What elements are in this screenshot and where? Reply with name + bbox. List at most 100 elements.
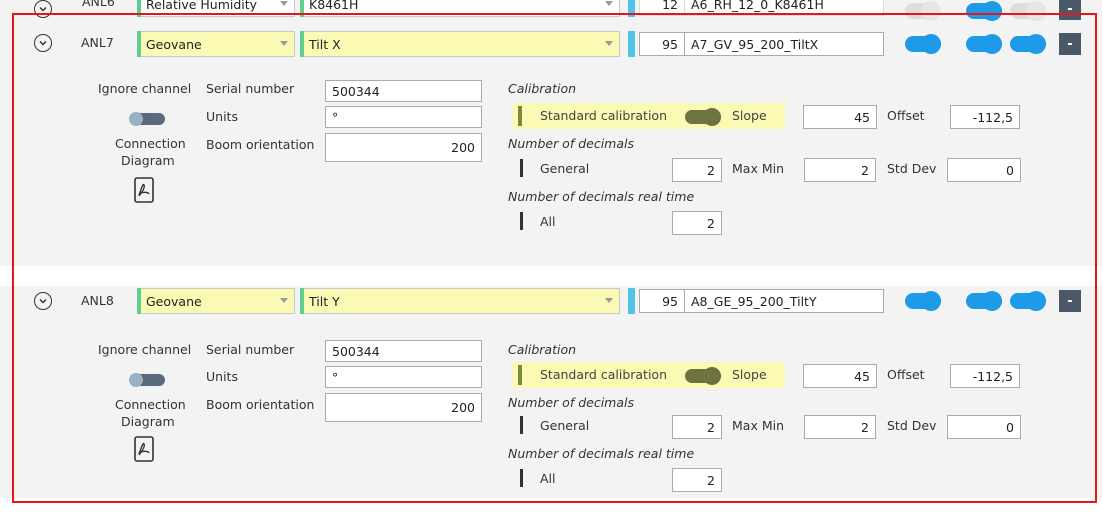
toggle-1[interactable] (905, 1, 941, 21)
general-marker (520, 159, 523, 177)
expand-chevron-icon[interactable] (34, 0, 52, 18)
toggle-1[interactable] (905, 34, 941, 54)
std-dev-decimals-field[interactable]: 0 (947, 415, 1021, 439)
standard-calibration-label: Standard calibration (540, 108, 667, 123)
toggle-2[interactable] (966, 1, 1002, 21)
all-label: All (540, 214, 556, 229)
channel-label: ANL6 (82, 0, 115, 9)
sensor-type-value: Relative Humidity (146, 0, 258, 12)
sensor-type-select[interactable]: Geovane (137, 288, 295, 314)
standard-calibration-toggle[interactable] (685, 108, 721, 126)
sensor-model-value: Tilt X (309, 36, 341, 52)
toggle-2[interactable] (966, 291, 1002, 311)
max-min-decimals-field[interactable]: 2 (804, 415, 876, 439)
decimals-real-time-title: Number of decimals real time (508, 446, 695, 461)
boom-orientation-label: Boom orientation (206, 397, 315, 412)
all-marker (520, 212, 523, 230)
std-dev-decimals-field[interactable]: 0 (947, 158, 1021, 182)
max-min-decimals-field[interactable]: 2 (804, 158, 876, 182)
offset-label: Offset (887, 108, 925, 123)
channel-name-field[interactable]: A7_GV_95_200_TiltX (684, 32, 884, 56)
units-label: Units (206, 369, 238, 384)
decimals-real-time-title: Number of decimals real time (508, 189, 695, 204)
decimals-title: Number of decimals (508, 136, 635, 151)
sensor-model-value: K8461H (309, 0, 359, 12)
general-label: General (540, 418, 590, 433)
general-decimals-field[interactable]: 2 (672, 415, 722, 439)
ignore-channel-label: Ignore channel (98, 342, 192, 357)
general-marker (520, 416, 523, 434)
slope-field[interactable]: 45 (803, 364, 877, 388)
sensor-type-select[interactable]: Geovane (137, 31, 295, 57)
channel-label: ANL8 (81, 293, 114, 308)
serial-number-field[interactable]: 500344 (325, 340, 482, 362)
toggle-3[interactable] (1010, 291, 1046, 311)
remove-channel-button[interactable]: - (1059, 0, 1081, 20)
number-accent (628, 0, 635, 17)
channel-name-field[interactable]: A8_GE_95_200_TiltY (684, 289, 884, 313)
sensor-model-select[interactable]: K8461H (300, 0, 620, 17)
calibration-marker (518, 106, 522, 126)
ignore-channel-label: Ignore channel (98, 81, 192, 96)
units-field[interactable]: ° (325, 366, 482, 388)
offset-field[interactable]: -112,5 (950, 105, 1020, 129)
boom-orientation-label: Boom orientation (206, 137, 315, 152)
sensor-type-value: Geovane (146, 293, 202, 309)
slope-label: Slope (732, 367, 767, 382)
remove-channel-button[interactable]: - (1059, 290, 1081, 312)
number-accent (628, 31, 635, 57)
sensor-type-select[interactable]: Relative Humidity (137, 0, 295, 17)
all-decimals-field[interactable]: 2 (672, 468, 722, 492)
slope-field[interactable]: 45 (803, 105, 877, 129)
std-dev-label: Std Dev (887, 161, 937, 176)
calibration-title: Calibration (508, 81, 577, 96)
std-dev-label: Std Dev (887, 418, 937, 433)
serial-number-label: Serial number (206, 81, 295, 96)
pdf-icon[interactable] (133, 177, 155, 203)
diagram-label: Diagram (121, 414, 175, 429)
channel-label: ANL7 (81, 35, 114, 50)
toggle-1[interactable] (905, 291, 941, 311)
collapse-chevron-icon[interactable] (34, 34, 52, 52)
boom-orientation-field[interactable]: 200 (325, 393, 482, 422)
channel-number-field[interactable]: 12 (639, 0, 685, 16)
decimals-title: Number of decimals (508, 395, 635, 410)
channel-name-field[interactable]: A6_RH_12_0_K8461H (684, 0, 884, 16)
units-field[interactable]: ° (325, 106, 482, 128)
ignore-channel-toggle[interactable] (129, 373, 165, 387)
sensor-model-value: Tilt Y (309, 293, 340, 309)
offset-label: Offset (887, 367, 925, 382)
offset-field[interactable]: -112,5 (950, 364, 1020, 388)
sensor-model-select[interactable]: Tilt X (300, 31, 620, 57)
sensor-type-value: Geovane (146, 36, 202, 52)
standard-calibration-toggle[interactable] (685, 367, 721, 385)
channel-number-field[interactable]: 95 (639, 32, 685, 56)
diagram-label: Diagram (121, 153, 175, 168)
calibration-title: Calibration (508, 342, 577, 357)
slope-label: Slope (732, 108, 767, 123)
max-min-label: Max Min (732, 418, 784, 433)
ignore-channel-toggle[interactable] (129, 112, 165, 126)
serial-number-field[interactable]: 500344 (325, 80, 482, 102)
units-label: Units (206, 109, 238, 124)
remove-channel-button[interactable]: - (1059, 33, 1081, 55)
all-label: All (540, 471, 556, 486)
collapse-chevron-icon[interactable] (34, 292, 52, 310)
boom-orientation-field[interactable]: 200 (325, 133, 482, 162)
sensor-model-select[interactable]: Tilt Y (300, 288, 620, 314)
pdf-icon[interactable] (133, 436, 155, 462)
max-min-label: Max Min (732, 161, 784, 176)
connection-label: Connection (115, 397, 186, 412)
toggle-2[interactable] (966, 34, 1002, 54)
standard-calibration-label: Standard calibration (540, 367, 667, 382)
calibration-marker (518, 365, 522, 385)
all-decimals-field[interactable]: 2 (672, 211, 722, 235)
general-decimals-field[interactable]: 2 (672, 158, 722, 182)
toggle-3[interactable] (1010, 1, 1046, 21)
channel-number-field[interactable]: 95 (639, 289, 685, 313)
toggle-3[interactable] (1010, 34, 1046, 54)
connection-label: Connection (115, 136, 186, 151)
serial-number-label: Serial number (206, 342, 295, 357)
all-marker (520, 469, 523, 487)
general-label: General (540, 161, 590, 176)
